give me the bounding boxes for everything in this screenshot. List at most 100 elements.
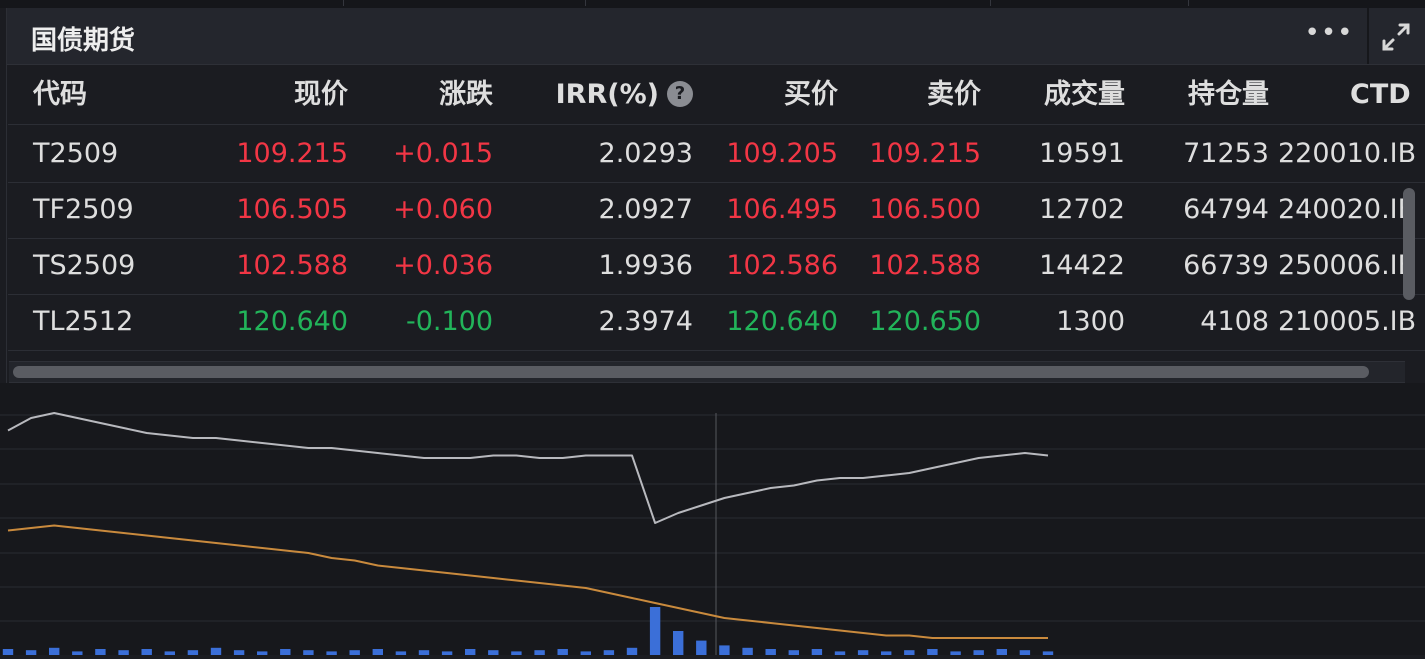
cell-change: +0.036 — [393, 250, 493, 281]
volume-bar — [395, 651, 407, 655]
volume-bar — [950, 651, 961, 655]
volume-bar — [303, 650, 314, 655]
volume-bar — [280, 649, 291, 655]
cell-volume: 12702 — [1039, 194, 1125, 225]
volume-bar — [2, 649, 14, 655]
cell-change: -0.100 — [405, 306, 493, 337]
volume-bar — [257, 651, 268, 655]
chart-lines — [7, 412, 1049, 639]
volume-bar — [788, 650, 799, 655]
volume-bar — [418, 650, 430, 655]
cell-open-interest: 4108 — [1200, 306, 1269, 337]
volume-bar — [141, 649, 152, 655]
cell-ask: 109.215 — [869, 138, 981, 169]
cell-bid: 106.495 — [726, 194, 838, 225]
column-header[interactable]: CTD — [1350, 66, 1425, 124]
chart-svg — [0, 412, 1425, 655]
cell-irr: 2.3974 — [598, 306, 693, 337]
table-row[interactable]: T2509 109.215 +0.015 2.0293 109.205 109.… — [8, 126, 1425, 183]
cell-open-interest: 64794 — [1183, 194, 1269, 225]
tab-separator — [990, 0, 991, 6]
column-header[interactable]: 卖价 — [838, 66, 981, 124]
volume-bar — [534, 650, 545, 655]
column-header[interactable]: 涨跌 — [348, 66, 493, 124]
volume-bar — [25, 650, 37, 655]
volume-bar — [973, 650, 984, 655]
cell-code: TF2509 — [33, 194, 134, 225]
volume-bar — [1042, 651, 1054, 655]
vertical-scrollbar[interactable] — [1403, 188, 1415, 300]
more-dots-icon[interactable]: ••• — [1304, 18, 1354, 54]
expand-icon[interactable] — [1379, 20, 1413, 54]
cell-code: TS2509 — [33, 250, 136, 281]
volume-bar — [441, 651, 453, 655]
volume-bar — [927, 649, 938, 655]
cell-change: +0.060 — [393, 194, 493, 225]
column-header[interactable]: 买价 — [698, 66, 838, 124]
horizontal-scrollbar-thumb[interactable] — [13, 366, 1369, 378]
column-header[interactable]: 持仓量 — [1128, 66, 1269, 124]
column-header[interactable]: 现价 — [178, 66, 348, 124]
cell-price: 102.588 — [236, 250, 348, 281]
table-row[interactable]: TF2509 106.505 +0.060 2.0927 106.495 106… — [8, 182, 1425, 239]
volume-bar — [603, 650, 615, 655]
volume-bar — [904, 650, 915, 655]
cell-open-interest: 66739 — [1183, 250, 1269, 281]
volume-bar — [626, 647, 638, 655]
tab-separator — [585, 0, 586, 6]
table-row[interactable]: TL2512 120.640 -0.100 2.3974 120.640 120… — [8, 294, 1425, 351]
volume-bar — [811, 649, 823, 655]
volume-bar — [164, 651, 175, 655]
cell-bid: 109.205 — [726, 138, 838, 169]
volume-bar — [881, 651, 892, 655]
cell-irr: 2.0293 — [598, 138, 693, 169]
volume-bars — [2, 607, 1054, 655]
cell-bid: 102.586 — [726, 250, 838, 281]
panel-title: 国债期货 — [31, 26, 136, 56]
column-header-irr[interactable]: IRR(%)? — [498, 66, 693, 124]
cell-bid: 120.640 — [726, 306, 838, 337]
volume-bar — [95, 649, 106, 655]
volume-bar — [118, 650, 129, 655]
volume-bar — [719, 645, 730, 655]
volume-bar — [233, 650, 245, 655]
volume-bar — [649, 607, 661, 655]
cell-price: 120.640 — [236, 306, 348, 337]
volume-bar — [349, 650, 360, 655]
table-row[interactable]: TS2509 102.588 +0.036 1.9936 102.586 102… — [8, 238, 1425, 295]
tab-separator — [343, 0, 344, 6]
volume-bar — [580, 651, 591, 655]
help-circle-icon[interactable]: ? — [667, 81, 693, 107]
cell-irr: 1.9936 — [598, 250, 693, 281]
intraday-chart — [0, 383, 1425, 655]
cell-price: 109.215 — [236, 138, 348, 169]
cell-volume: 1300 — [1056, 306, 1125, 337]
column-header[interactable]: 代码 — [33, 66, 183, 124]
top-strip — [0, 0, 1425, 8]
column-header[interactable]: 成交量 — [988, 66, 1125, 124]
volume-bar — [673, 631, 684, 655]
series-line-gray — [7, 412, 1049, 524]
cell-volume: 19591 — [1039, 138, 1125, 169]
cell-open-interest: 71253 — [1183, 138, 1269, 169]
cell-ctd: 220010.IB — [1278, 138, 1417, 169]
tab-separator — [1188, 0, 1189, 6]
volume-bar — [488, 650, 499, 655]
volume-bar — [857, 650, 869, 655]
volume-bar — [834, 651, 846, 655]
horizontal-scrollbar[interactable] — [9, 361, 1405, 383]
chart-grid — [0, 413, 1425, 655]
cell-code: T2509 — [33, 138, 119, 169]
cell-price: 106.505 — [236, 194, 348, 225]
panel-header: 国债期货 ••• — [7, 8, 1425, 65]
volume-bar — [742, 647, 753, 655]
volume-bar — [557, 649, 568, 655]
cell-ctd: 210005.IB — [1278, 306, 1417, 337]
cell-code: TL2512 — [33, 306, 134, 337]
volume-bar — [696, 640, 707, 655]
volume-bar — [49, 647, 60, 655]
volume-bar — [72, 651, 83, 655]
column-header-label: IRR(%) — [555, 79, 659, 110]
header-divider — [1367, 8, 1369, 64]
volume-bar — [1019, 650, 1031, 655]
